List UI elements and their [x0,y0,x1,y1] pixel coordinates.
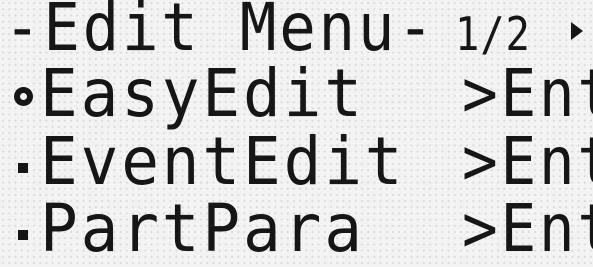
enter-action[interactable]: >Ent [462,196,593,262]
lcd-screen: -Edit Menu- 1/2 EasyEdit >Ent EventEdit … [0,0,593,267]
right-triangle-icon[interactable] [571,22,583,40]
menu-item-label: EventEdit [40,123,406,200]
menu-item-easyedit[interactable]: EasyEdit >Ent [0,61,593,128]
enter-action[interactable]: >Ent [462,129,593,195]
bullet-icon [18,163,28,173]
menu-item-eventedit[interactable]: EventEdit >Ent [0,129,593,196]
enter-action[interactable]: >Ent [462,61,593,127]
selected-bullet-icon [14,87,33,106]
menu-header: -Edit Menu- 1/2 [0,0,593,66]
menu-item-label: EasyEdit [40,55,365,132]
menu-item-partpara[interactable]: PartPara >Ent [0,196,593,263]
menu-title: -Edit Menu- [4,0,437,66]
bullet-icon [18,230,28,240]
menu-item-label: PartPara [40,190,365,267]
